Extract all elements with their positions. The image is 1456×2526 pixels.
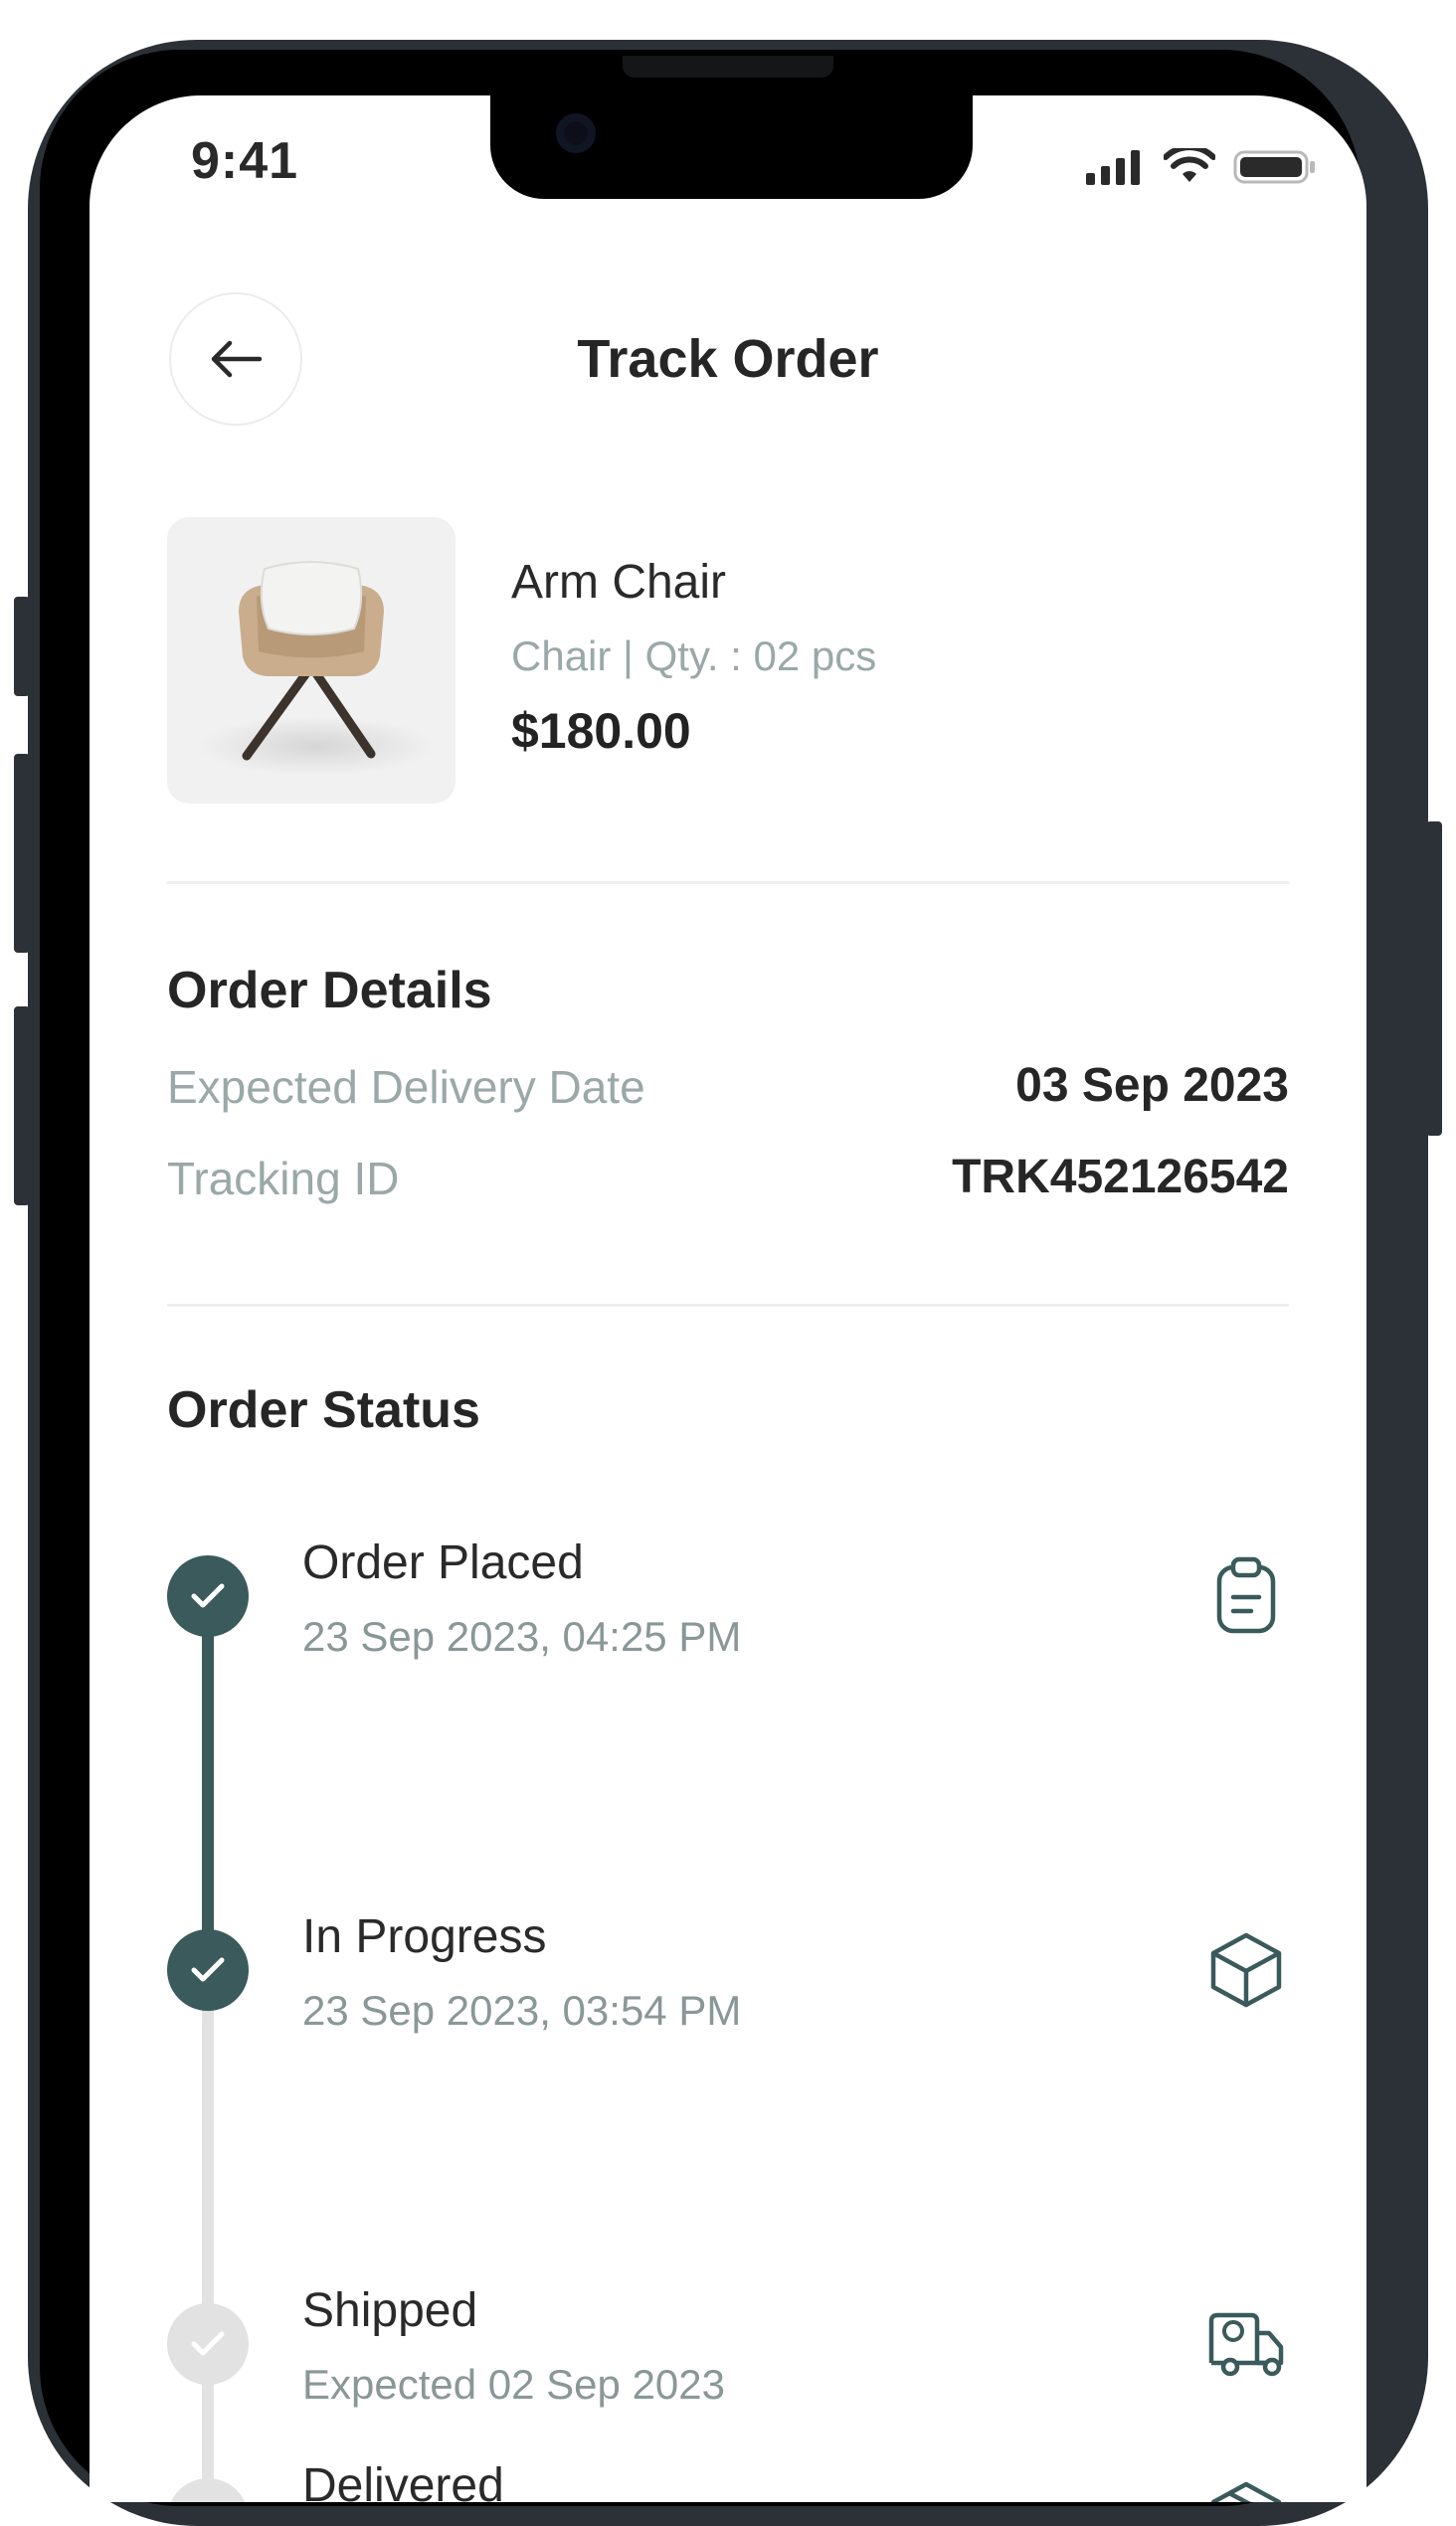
notch	[490, 95, 973, 199]
page-title: Track Order	[577, 329, 879, 389]
step-check-shipped	[167, 2303, 249, 2385]
battery-icon	[1233, 150, 1315, 184]
expected-delivery-label: Expected Delivery Date	[167, 1061, 645, 1113]
side-button-mute	[14, 597, 30, 696]
clipboard-icon	[1216, 1556, 1276, 1634]
check-icon	[191, 2331, 225, 2356]
step-title-delivered: Delivered	[302, 2459, 504, 2502]
step-subtitle-order-placed: 23 Sep 2023, 04:25 PM	[302, 1613, 742, 1660]
side-button-volume-up	[14, 754, 30, 953]
phone-screen: 9:41 Track Order Arm Chair Chair | Qty. …	[90, 95, 1366, 2502]
check-icon	[191, 1583, 225, 1608]
product-image	[167, 517, 455, 804]
signal-icon	[1086, 150, 1140, 185]
box-icon	[1210, 1932, 1282, 2008]
truck-icon	[1208, 2312, 1284, 2377]
wifi-icon	[1164, 148, 1215, 182]
product-name: Arm Chair	[511, 556, 727, 609]
earpiece-speaker	[623, 56, 833, 78]
front-camera	[556, 113, 596, 153]
step-subtitle-in-progress: 23 Sep 2023, 03:54 PM	[302, 1987, 742, 2034]
step-check-order-placed	[167, 1555, 249, 1637]
order-status-title: Order Status	[167, 1381, 480, 1439]
step-title-order-placed: Order Placed	[302, 1536, 584, 1589]
arm-chair-image	[197, 561, 436, 776]
check-icon	[191, 1957, 225, 1982]
timeline-line-pending	[202, 1973, 214, 2502]
expected-delivery-value: 03 Sep 2023	[1015, 1059, 1289, 1112]
status-time: 9:41	[191, 132, 299, 190]
step-subtitle-shipped: Expected 02 Sep 2023	[302, 2361, 726, 2408]
step-title-in-progress: In Progress	[302, 1910, 547, 1963]
product-price: $180.00	[511, 703, 691, 759]
divider	[167, 881, 1289, 884]
order-details-title: Order Details	[167, 962, 492, 1019]
package-icon	[1210, 2481, 1282, 2502]
side-button-volume-down	[14, 1006, 30, 1205]
step-check-in-progress	[167, 1929, 249, 2011]
tracking-id-label: Tracking ID	[167, 1153, 400, 1204]
side-button-power	[1426, 821, 1442, 1136]
step-check-delivered	[167, 2478, 249, 2502]
step-title-shipped: Shipped	[302, 2284, 478, 2337]
product-meta: Chair | Qty. : 02 pcs	[511, 632, 877, 679]
status-icons	[1084, 147, 1317, 187]
tracking-id-value[interactable]: TRK452126542	[952, 1150, 1289, 1204]
divider	[167, 1304, 1289, 1307]
